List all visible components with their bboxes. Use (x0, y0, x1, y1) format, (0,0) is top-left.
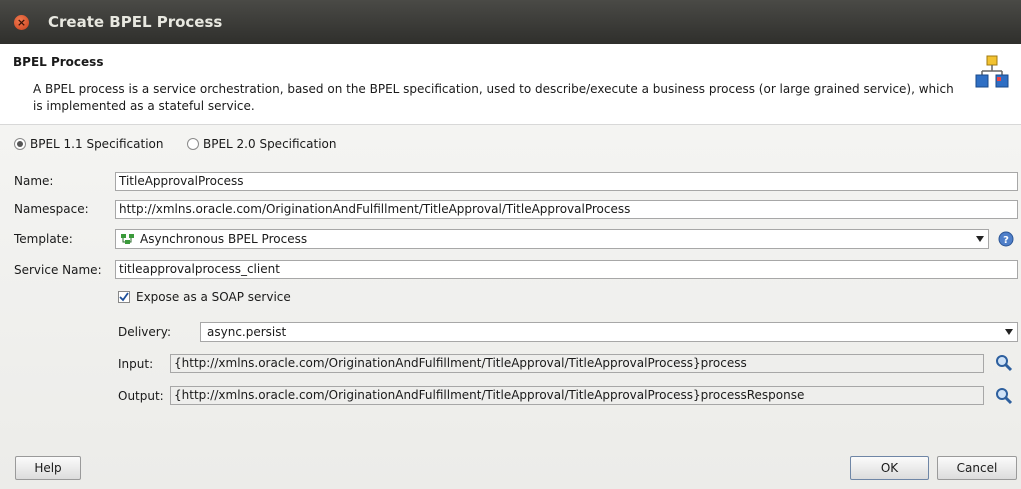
delivery-value: async.persist (207, 325, 287, 339)
output-field[interactable]: {http://xmlns.oracle.com/OriginationAndF… (170, 386, 984, 405)
spec-option1-label: BPEL 1.1 Specification (30, 137, 164, 151)
radio-unselected-icon (187, 138, 199, 150)
title-bar: × Create BPEL Process (0, 0, 1021, 44)
checkmark-icon (119, 292, 129, 302)
template-value: Asynchronous BPEL Process (140, 232, 308, 246)
chevron-down-icon (1005, 329, 1013, 335)
template-select[interactable]: Asynchronous BPEL Process (115, 229, 989, 249)
name-field[interactable]: TitleApprovalProcess (115, 172, 1018, 191)
spec-radio-bpel20[interactable]: BPEL 2.0 Specification (187, 136, 337, 152)
help-button[interactable]: Help (15, 456, 81, 480)
bpel-process-icon (975, 55, 1009, 88)
svg-text:?: ? (1003, 235, 1009, 246)
expose-soap-checkbox[interactable] (118, 291, 130, 303)
output-search-icon[interactable] (995, 387, 1013, 405)
header-description: A BPEL process is a service orchestratio… (33, 82, 954, 113)
radio-selected-icon (14, 138, 26, 150)
input-search-icon[interactable] (995, 354, 1013, 372)
cancel-button[interactable]: Cancel (937, 456, 1017, 480)
window-title: Create BPEL Process (48, 13, 223, 31)
name-label: Name: (14, 174, 54, 188)
service-name-label: Service Name: (14, 263, 102, 277)
form-area: BPEL 1.1 Specification BPEL 2.0 Specific… (0, 125, 1021, 489)
spec-option2-label: BPEL 2.0 Specification (203, 137, 337, 151)
expose-soap-label: Expose as a SOAP service (136, 290, 291, 304)
close-icon[interactable]: × (14, 15, 29, 30)
ok-button[interactable]: OK (850, 456, 929, 480)
header-title: BPEL Process (13, 55, 104, 69)
namespace-label: Namespace: (14, 202, 89, 216)
dialog-header: BPEL Process A BPEL process is a service… (0, 44, 1021, 125)
delivery-label: Delivery: (118, 325, 171, 339)
help-icon[interactable]: ? (998, 231, 1014, 247)
namespace-field[interactable]: http://xmlns.oracle.com/OriginationAndFu… (115, 200, 1018, 219)
spec-radio-bpel11[interactable]: BPEL 1.1 Specification (14, 136, 164, 152)
output-label: Output: (118, 389, 164, 403)
input-label: Input: (118, 357, 154, 371)
service-name-field[interactable]: titleapprovalprocess_client (115, 260, 1018, 279)
template-label: Template: (14, 232, 73, 246)
delivery-select[interactable]: async.persist (200, 322, 1018, 342)
bpel-template-icon (121, 234, 134, 244)
input-field[interactable]: {http://xmlns.oracle.com/OriginationAndF… (170, 354, 984, 373)
chevron-down-icon (976, 236, 984, 242)
